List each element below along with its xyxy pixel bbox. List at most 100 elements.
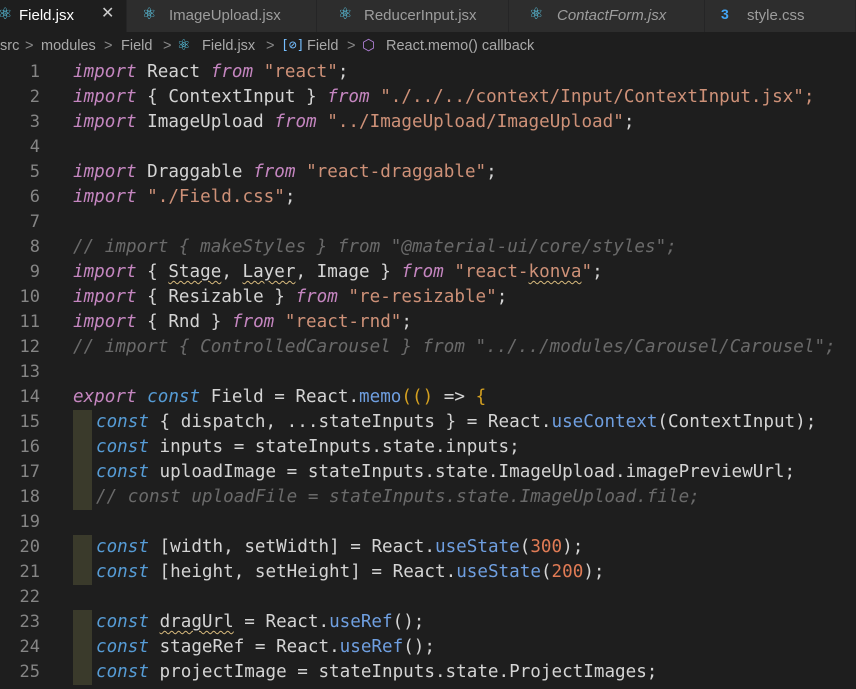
keyword: from bbox=[231, 312, 275, 332]
keyword: from bbox=[274, 112, 317, 132]
tab-label: ImageUpload.jsx bbox=[169, 7, 281, 24]
code-line: 1 import React from "react"; bbox=[0, 60, 856, 85]
line-number: 4 bbox=[29, 137, 40, 157]
code-text: ContextInput); bbox=[668, 412, 817, 432]
keyword: export bbox=[73, 387, 137, 407]
code-line: 10 import { Resizable } from "re-resizab… bbox=[0, 285, 856, 310]
tab-label: ReducerInput.jsx bbox=[364, 7, 477, 24]
react-icon: ⚛ bbox=[0, 6, 13, 23]
method-cube-icon: ⬡ bbox=[362, 37, 376, 54]
code-line: 3 import ImageUpload from "../ImageUploa… bbox=[0, 110, 856, 135]
code-line: 18 // const uploadFile = stateInputs.sta… bbox=[0, 485, 856, 510]
keyword: const bbox=[147, 387, 201, 407]
identifier-warning: Stage bbox=[168, 262, 222, 282]
css-icon: 3 bbox=[721, 6, 729, 22]
keyword: const bbox=[96, 562, 149, 582]
code-line: 5 import Draggable from "react-draggable… bbox=[0, 160, 856, 185]
keyword: import bbox=[73, 187, 137, 207]
identifier: { Resizable } bbox=[147, 287, 285, 307]
react-icon: ⚛ bbox=[177, 37, 191, 54]
keyword: from bbox=[210, 62, 254, 82]
identifier: { Rnd } bbox=[147, 312, 222, 332]
code-text: { dispatch, ...stateInputs } = React. bbox=[148, 412, 552, 432]
line-number: 10 bbox=[19, 287, 40, 307]
string-literal: "../ImageUpload/ImageUpload" bbox=[327, 112, 624, 132]
code-line: 2 import { ContextInput } from "./../../… bbox=[0, 85, 856, 110]
breadcrumb-separator: > bbox=[347, 38, 356, 54]
identifier: React bbox=[265, 612, 319, 632]
function-name: useRef bbox=[329, 612, 393, 632]
breadcrumb-item-field-folder[interactable]: Field bbox=[121, 32, 152, 60]
identifier-warning: Layer bbox=[242, 262, 296, 282]
breadcrumb-separator: > bbox=[25, 38, 34, 54]
identifier: React bbox=[371, 537, 425, 557]
code-line: 12 // import { ControlledCarousel } from… bbox=[0, 335, 856, 360]
code-line: 20 const [width, setWidth] = React.useSt… bbox=[0, 535, 856, 560]
line-number: 12 bbox=[19, 337, 40, 357]
code-line: 19 bbox=[0, 510, 856, 535]
string-literal: "./Field.css" bbox=[147, 187, 285, 207]
identifier: { ContextInput } bbox=[147, 87, 317, 107]
keyword: import bbox=[73, 87, 137, 107]
breadcrumb-item-field-symbol[interactable]: Field bbox=[307, 32, 338, 60]
keyword: const bbox=[96, 537, 149, 557]
function-name: useRef bbox=[339, 637, 404, 657]
breadcrumb-separator: > bbox=[163, 38, 172, 54]
tab-contactform-jsx[interactable]: ⚛ ContactForm.jsx bbox=[509, 0, 705, 32]
code-line: 11 import { Rnd } from "react-rnd"; bbox=[0, 310, 856, 335]
line-number: 22 bbox=[19, 587, 40, 607]
line-number: 14 bbox=[19, 387, 40, 407]
breadcrumb-separator: > bbox=[266, 38, 275, 54]
code-line: 13 bbox=[0, 360, 856, 385]
breadcrumb-item-src[interactable]: src bbox=[0, 32, 19, 60]
code-line: 21 const [height, setHeight] = React.use… bbox=[0, 560, 856, 585]
line-number: 2 bbox=[29, 87, 40, 107]
line-number: 17 bbox=[19, 462, 40, 482]
keyword: from bbox=[253, 162, 296, 182]
breadcrumb: src > modules > Field > ⚛ Field.jsx > [⊘… bbox=[0, 32, 856, 60]
code-line: 9 import { Stage, Layer, Image } from "r… bbox=[0, 260, 856, 285]
tab-style-css[interactable]: 3 style.css bbox=[705, 0, 856, 32]
string-literal: "react- bbox=[454, 262, 529, 282]
line-number: 20 bbox=[19, 537, 40, 557]
breadcrumb-item-field-jsx[interactable]: Field.jsx bbox=[202, 32, 255, 60]
tab-label: ContactForm.jsx bbox=[557, 7, 667, 24]
tab-field-jsx[interactable]: ⚛ Field.jsx ✕ bbox=[0, 0, 127, 32]
indent-guide bbox=[73, 435, 92, 460]
keyword: const bbox=[96, 612, 149, 632]
line-number: 13 bbox=[19, 362, 40, 382]
identifier: height bbox=[170, 562, 234, 582]
line-number: 15 bbox=[19, 412, 40, 432]
code-comment: // const uploadFile = stateInputs.state.… bbox=[96, 487, 700, 507]
breadcrumb-item-modules[interactable]: modules bbox=[41, 32, 96, 60]
indent-guide bbox=[73, 610, 92, 635]
line-number: 25 bbox=[19, 662, 40, 682]
identifier: setWidth bbox=[244, 537, 330, 557]
function-name: memo bbox=[359, 387, 402, 407]
code-line: 17 const uploadImage = stateInputs.state… bbox=[0, 460, 856, 485]
line-number: 9 bbox=[29, 262, 40, 282]
breadcrumb-item-memo-callback[interactable]: React.memo() callback bbox=[386, 32, 534, 60]
close-icon[interactable]: ✕ bbox=[101, 5, 114, 23]
keyword: const bbox=[96, 437, 149, 457]
keyword: import bbox=[73, 62, 137, 82]
line-number: 11 bbox=[19, 312, 40, 332]
keyword: const bbox=[96, 412, 149, 432]
keyword: const bbox=[96, 462, 149, 482]
variable-icon: [⊘] bbox=[281, 38, 305, 53]
identifier: Draggable bbox=[147, 162, 243, 182]
keyword: import bbox=[73, 112, 137, 132]
code-text: projectImage = stateInputs.state.Project… bbox=[148, 662, 658, 682]
line-number: 21 bbox=[19, 562, 40, 582]
tab-imageupload-jsx[interactable]: ⚛ ImageUpload.jsx bbox=[127, 0, 317, 32]
code-line: 14 export const Field = React.memo(() =>… bbox=[0, 385, 856, 410]
code-comment: // import { ControlledCarousel } from ".… bbox=[73, 337, 836, 357]
editor-tab-bar: ⚛ Field.jsx ✕ ⚛ ImageUpload.jsx ⚛ Reduce… bbox=[0, 0, 856, 32]
code-editor[interactable]: 1 import React from "react"; 2 import { … bbox=[0, 60, 856, 689]
string-literal: "react-draggable" bbox=[306, 162, 487, 182]
line-number: 23 bbox=[19, 612, 40, 632]
function-name: useContext bbox=[551, 412, 658, 432]
line-number: 5 bbox=[29, 162, 40, 182]
indent-guide bbox=[73, 535, 92, 560]
tab-reducerinput-jsx[interactable]: ⚛ ReducerInput.jsx bbox=[317, 0, 509, 32]
